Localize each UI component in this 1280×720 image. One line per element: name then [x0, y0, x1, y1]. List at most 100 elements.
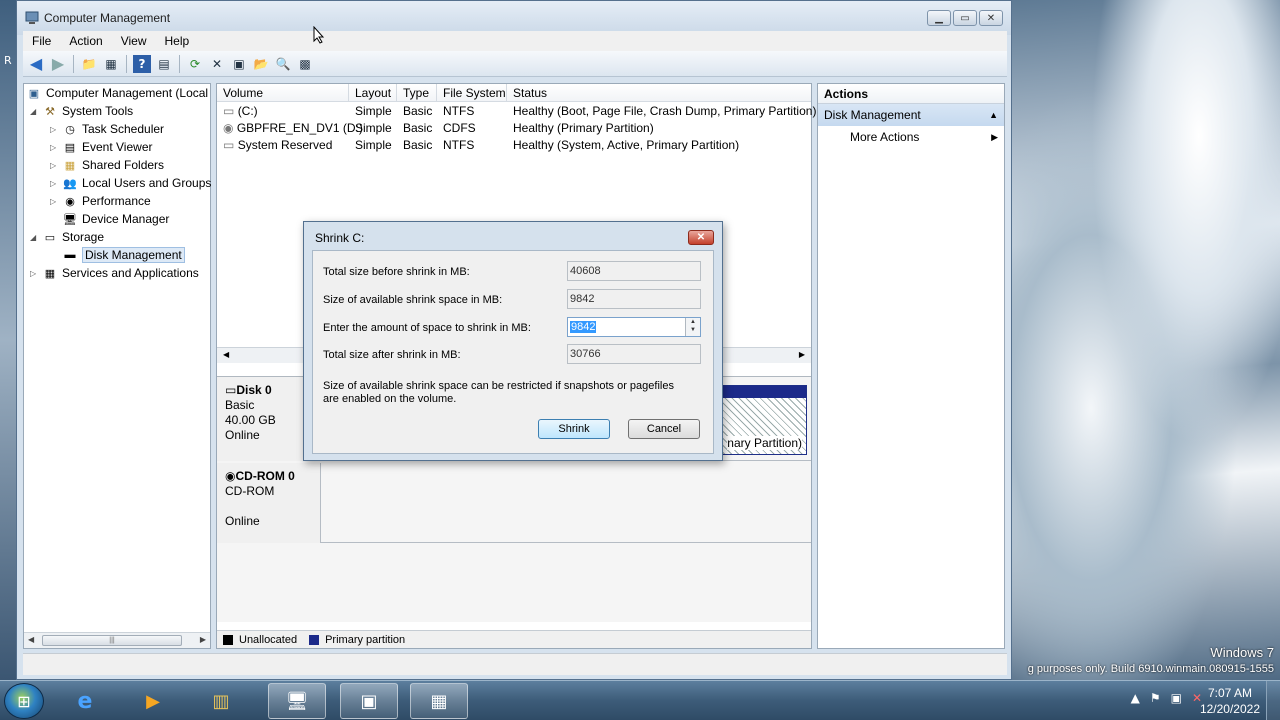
back-icon[interactable]: ◀ [27, 54, 45, 73]
cancel-button[interactable]: Cancel [628, 419, 700, 439]
device-manager-icon: 🖥 [63, 213, 77, 226]
cell-volume: (C:) [237, 104, 258, 118]
disk-legend: Unallocated Primary partition [217, 630, 811, 648]
title-bar[interactable]: Computer Management ▁ ▭ ✕ [17, 1, 1011, 35]
tree-root[interactable]: ▣ Computer Management (Local [26, 84, 208, 102]
collapse-up-icon[interactable]: ▲ [989, 104, 998, 126]
tree-local-users[interactable]: ▷ 👥 Local Users and Groups [50, 174, 211, 192]
expand-icon[interactable]: ▷ [50, 143, 62, 152]
scrollbar-thumb[interactable]: ||| [42, 635, 182, 646]
show-hide-action-pane-icon[interactable]: ▤ [155, 55, 173, 73]
refresh-icon[interactable]: ⟳ [186, 55, 204, 73]
scroll-right-icon[interactable]: ▶ [799, 350, 805, 359]
shrink-dialog: Shrink C: ✕ Total size before shrink in … [303, 221, 723, 461]
col-volume[interactable]: Volume [217, 84, 349, 102]
disk0-state: Online [225, 428, 260, 442]
menu-bar: File Action View Help [23, 31, 1007, 51]
cell-fs: NTFS [443, 138, 475, 152]
desktop-left-letter: R [4, 54, 12, 67]
total-after-label: Total size after shrink in MB: [323, 349, 461, 361]
taskbar-app-disk-management[interactable]: ▣ [340, 683, 398, 719]
expand-icon[interactable]: ▷ [50, 179, 62, 188]
maximize-button[interactable]: ▭ [953, 10, 977, 26]
tree-task-scheduler[interactable]: ▷ ◷ Task Scheduler [50, 120, 164, 138]
up-folder-icon[interactable]: 📁 [80, 55, 98, 73]
show-hide-tree-icon[interactable]: ▦ [102, 55, 120, 73]
primary-swatch [309, 634, 320, 645]
more-actions-item[interactable]: More Actions ▶ [818, 126, 1004, 148]
tree-performance[interactable]: ▷ ◉ Performance [50, 192, 151, 210]
scroll-left-icon[interactable]: ◀ [223, 350, 229, 359]
tree-storage[interactable]: ◢ ▭ Storage [30, 228, 104, 246]
build-watermark: g purposes only. Build 6910.winmain.0809… [1027, 663, 1274, 675]
shared-folder-icon: ▦ [64, 159, 76, 172]
tree-disk-management[interactable]: ▬ Disk Management [62, 246, 185, 264]
cell-status: Healthy (System, Active, Primary Partiti… [513, 138, 740, 152]
show-desktop-button[interactable] [1266, 681, 1280, 720]
taskbar-app-computer-management[interactable]: 🖥 [268, 683, 326, 719]
services-icon: ▦ [44, 267, 56, 280]
expand-icon[interactable]: ▷ [50, 197, 62, 206]
performance-icon: ◉ [65, 195, 75, 208]
available-label: Size of available shrink space in MB: [323, 294, 503, 306]
tree-device-manager[interactable]: 🖥 Device Manager [62, 210, 169, 228]
dialog-close-button[interactable]: ✕ [688, 230, 714, 245]
shrink-amount-input[interactable]: 9842 ▲ ▼ [567, 317, 701, 337]
scroll-left-icon[interactable]: ◀ [28, 635, 34, 644]
clock-icon: ◷ [65, 123, 75, 136]
storage-icon: ▭ [44, 231, 56, 244]
table-row[interactable]: ◉ GBPFRE_EN_DV1 (D:) Simple Basic CDFS H… [217, 120, 811, 137]
minimize-button[interactable]: ▁ [927, 10, 951, 26]
tree-system-tools[interactable]: ◢ ⚒ System Tools [30, 102, 133, 120]
taskbar-app-shrink[interactable]: ▦ [410, 683, 468, 719]
properties-icon[interactable]: ▣ [230, 55, 248, 73]
forward-icon[interactable]: ▶ [49, 54, 67, 73]
disk-row: ◉CD-ROM 0 CD-ROM Online [217, 463, 811, 543]
collapse-icon[interactable]: ◢ [30, 233, 42, 242]
action-center-icon[interactable]: ⚑ [1150, 691, 1161, 705]
expand-icon[interactable]: ▷ [50, 125, 62, 134]
shrink-button[interactable]: Shrink [538, 419, 610, 439]
amount-spinner[interactable]: ▲ ▼ [685, 318, 700, 336]
expand-icon[interactable]: ▷ [50, 161, 62, 170]
cdrom0-name: CD-ROM 0 [235, 469, 295, 483]
expand-icon[interactable]: ▷ [30, 269, 42, 278]
dialog-title: Shrink C: [315, 231, 365, 245]
cdrom0-header[interactable]: ◉CD-ROM 0 CD-ROM Online [217, 463, 321, 543]
start-button[interactable]: ⊞ [4, 683, 44, 719]
tree-shared-folders[interactable]: ▷ ▦ Shared Folders [50, 156, 164, 174]
actions-section-disk-management[interactable]: Disk Management ▲ [818, 104, 1004, 126]
network-icon[interactable]: ▣ [1171, 691, 1182, 705]
tree-services[interactable]: ▷ ▦ Services and Applications [30, 264, 199, 282]
computer-management-icon [25, 11, 39, 24]
scroll-right-icon[interactable]: ▶ [200, 635, 206, 644]
tree-horizontal-scrollbar[interactable]: ◀ ||| ▶ [24, 632, 210, 648]
media-player-icon[interactable]: ▶ [124, 683, 182, 719]
file-explorer-icon[interactable]: ▥ [192, 683, 250, 719]
cd-icon: ◉ [225, 469, 236, 483]
desktop-wallpaper [1010, 0, 1280, 680]
col-file-system[interactable]: File System [437, 84, 507, 102]
disk-properties-icon[interactable]: ▩ [296, 55, 314, 73]
menu-help[interactable]: Help [156, 34, 199, 48]
delete-icon[interactable]: ✕ [208, 55, 226, 73]
tree-event-viewer[interactable]: ▷ ▤ Event Viewer [50, 138, 152, 156]
menu-file[interactable]: File [23, 34, 60, 48]
help-icon[interactable]: ? [133, 54, 151, 73]
close-button[interactable]: ✕ [979, 10, 1003, 26]
clock[interactable]: 7:07 AM 12/20/2022 [1200, 685, 1260, 717]
col-status[interactable]: Status [507, 84, 813, 102]
cell-status: Healthy (Boot, Page File, Crash Dump, Pr… [513, 104, 817, 118]
search-icon[interactable]: 🔍 [274, 55, 292, 73]
table-row[interactable]: ▭ (C:) Simple Basic NTFS Healthy (Boot, … [217, 103, 816, 120]
menu-action[interactable]: Action [60, 34, 111, 48]
show-hidden-icons-icon[interactable]: ▲ [1131, 691, 1140, 705]
internet-explorer-icon[interactable]: e [56, 683, 114, 719]
open-folder-icon[interactable]: 📂 [252, 55, 270, 73]
col-type[interactable]: Type [397, 84, 437, 102]
menu-view[interactable]: View [112, 34, 156, 48]
table-row[interactable]: ▭ System Reserved Simple Basic NTFS Heal… [217, 137, 811, 154]
c-partition-block[interactable]: nary Partition) [717, 385, 807, 455]
collapse-icon[interactable]: ◢ [30, 107, 42, 116]
col-layout[interactable]: Layout [349, 84, 397, 102]
